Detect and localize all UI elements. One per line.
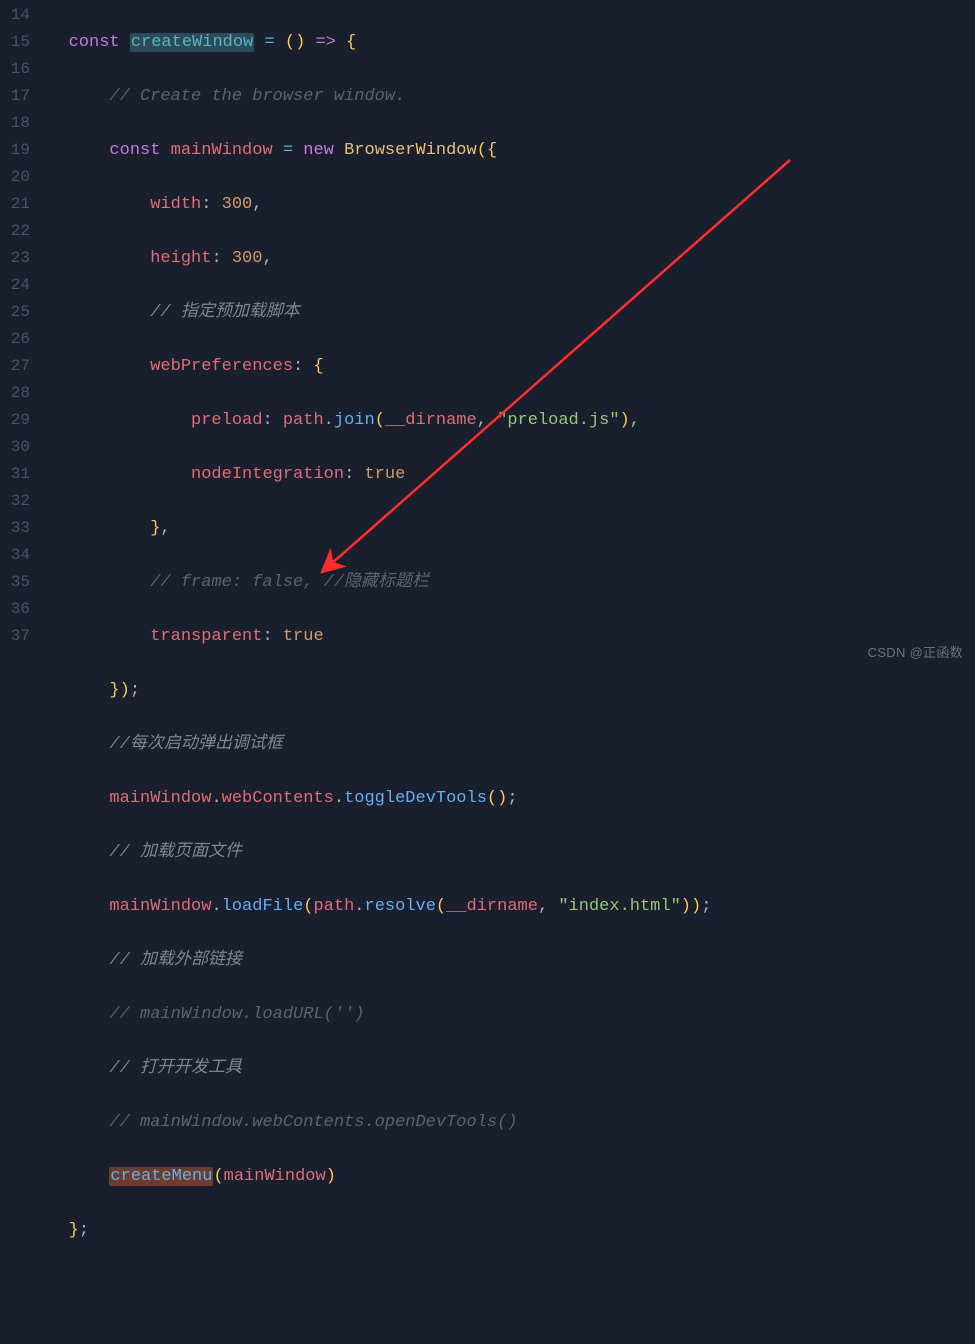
code-line-34[interactable]: // mainWindow.webContents.openDevTools() [38, 1109, 975, 1136]
line-number-gutter: 14 15 16 17 18 19 20 21 22 23 24 25 26 2… [0, 2, 38, 1344]
code-line-14[interactable]: const createWindow = () => { [38, 29, 975, 56]
code-line-17[interactable]: width: 300, [38, 191, 975, 218]
line-number: 21 [0, 191, 30, 218]
code-line-19[interactable]: // 指定预加载脚本 [38, 299, 975, 326]
line-number: 14 [0, 2, 30, 29]
highlight-createMenu: createMenu [109, 1167, 213, 1186]
code-line-32[interactable]: // mainWindow.loadURL('') [38, 1001, 975, 1028]
line-number: 25 [0, 299, 30, 326]
code-line-16[interactable]: const mainWindow = new BrowserWindow({ [38, 137, 975, 164]
line-number: 15 [0, 29, 30, 56]
code-line-29[interactable]: // 加载页面文件 [38, 839, 975, 866]
code-line-15[interactable]: // Create the browser window. [38, 83, 975, 110]
watermark-text: CSDN @正函数 [868, 639, 963, 666]
line-number: 34 [0, 542, 30, 569]
code-line-20[interactable]: webPreferences: { [38, 353, 975, 380]
code-editor[interactable]: 14 15 16 17 18 19 20 21 22 23 24 25 26 2… [0, 0, 975, 1344]
code-line-26[interactable]: }); [38, 677, 975, 704]
code-line-18[interactable]: height: 300, [38, 245, 975, 272]
highlight-createWindow: createWindow [130, 33, 254, 52]
code-line-21[interactable]: preload: path.join(__dirname, "preload.j… [38, 407, 975, 434]
line-number: 30 [0, 434, 30, 461]
code-line-37[interactable] [38, 1271, 975, 1298]
line-number: 37 [0, 623, 30, 650]
code-line-30[interactable]: mainWindow.loadFile(path.resolve(__dirna… [38, 893, 975, 920]
code-line-35[interactable]: createMenu(mainWindow) [38, 1163, 975, 1190]
code-line-24[interactable]: // frame: false, //隐藏标题栏 [38, 569, 975, 596]
line-number: 31 [0, 461, 30, 488]
code-line-31[interactable]: // 加载外部链接 [38, 947, 975, 974]
code-line-23[interactable]: }, [38, 515, 975, 542]
line-number: 36 [0, 596, 30, 623]
line-number: 17 [0, 83, 30, 110]
line-number: 18 [0, 110, 30, 137]
line-number: 33 [0, 515, 30, 542]
code-line-33[interactable]: // 打开开发工具 [38, 1055, 975, 1082]
code-line-22[interactable]: nodeIntegration: true [38, 461, 975, 488]
line-number: 28 [0, 380, 30, 407]
code-line-28[interactable]: mainWindow.webContents.toggleDevTools(); [38, 785, 975, 812]
code-line-27[interactable]: //每次启动弹出调试框 [38, 731, 975, 758]
line-number: 27 [0, 353, 30, 380]
line-number: 16 [0, 56, 30, 83]
line-number: 24 [0, 272, 30, 299]
line-number: 23 [0, 245, 30, 272]
line-number: 32 [0, 488, 30, 515]
line-number: 20 [0, 164, 30, 191]
code-area[interactable]: const createWindow = () => { // Create t… [38, 2, 975, 1344]
line-number: 29 [0, 407, 30, 434]
line-number: 26 [0, 326, 30, 353]
line-number: 19 [0, 137, 30, 164]
code-line-25[interactable]: transparent: true [38, 623, 975, 650]
line-number: 35 [0, 569, 30, 596]
code-line-36[interactable]: }; [38, 1217, 975, 1244]
line-number: 22 [0, 218, 30, 245]
